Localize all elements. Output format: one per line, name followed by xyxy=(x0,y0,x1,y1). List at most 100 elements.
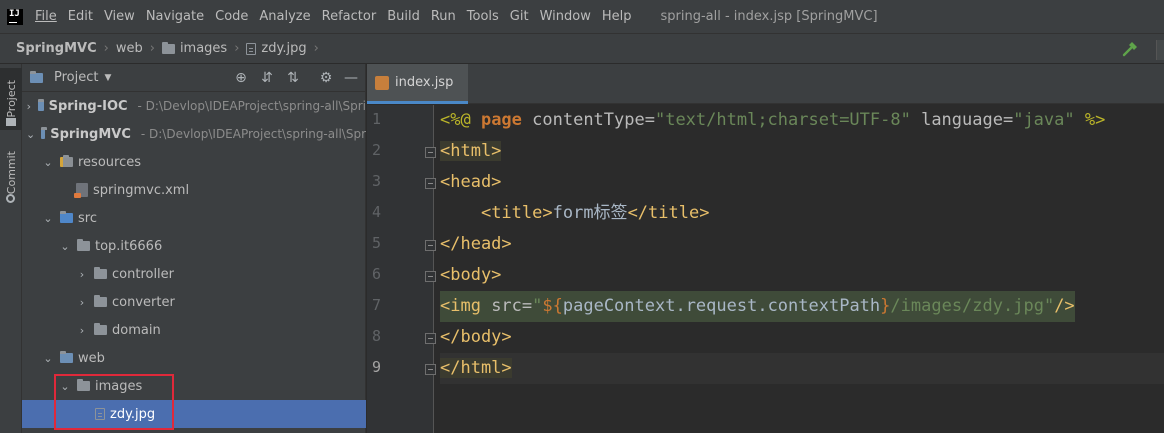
project-panel-title[interactable]: Project xyxy=(54,70,98,85)
chevron-right-icon: › xyxy=(234,41,240,56)
chevron-down-icon[interactable]: ▼ xyxy=(104,73,111,83)
menu-view[interactable]: View xyxy=(104,9,135,24)
breadcrumb-file[interactable]: zdy.jpg xyxy=(246,41,307,56)
run-config-selector[interactable] xyxy=(1156,40,1164,60)
fold-marker-icon[interactable] xyxy=(425,333,436,344)
tree-item-top-it6666[interactable]: ⌄ top.it6666 xyxy=(22,232,366,260)
menu-build[interactable]: Build xyxy=(387,9,420,24)
line-number: 6 xyxy=(371,265,381,283)
attr-name: src= xyxy=(480,296,533,316)
xml-file-icon xyxy=(74,183,88,198)
chevron-right-icon[interactable]: › xyxy=(76,296,88,309)
tree-item-springmvc[interactable]: ⌄ SpringMVC - D:\Devlop\IDEAProject\spri… xyxy=(22,120,366,148)
minimize-icon[interactable]: — xyxy=(343,70,359,86)
tree-item-springmvc-xml[interactable]: springmvc.xml xyxy=(22,176,366,204)
tree-item-path: - D:\Devlop\IDEAProject\spring-all\Spr xyxy=(140,127,366,141)
menu-navigate[interactable]: Navigate xyxy=(146,9,204,24)
module-folder-icon xyxy=(37,99,44,111)
expand-all-icon[interactable]: ⇵ xyxy=(259,70,275,86)
tree-item-label: Spring-IOC xyxy=(48,98,128,114)
jsp-directive-close: %> xyxy=(1074,110,1106,130)
attr-value: "text/html;charset=UTF-8" xyxy=(654,110,911,130)
build-hammer-icon[interactable] xyxy=(1122,41,1138,57)
source-folder-icon xyxy=(60,211,73,223)
menu-refactor[interactable]: Refactor xyxy=(322,9,377,24)
line-number: 5 xyxy=(371,234,381,252)
el-brace-close: } xyxy=(880,296,891,316)
menu-file[interactable]: File xyxy=(35,9,57,24)
gear-icon[interactable]: ⚙ xyxy=(318,70,334,86)
tree-item-label: resources xyxy=(78,154,142,170)
collapse-all-icon[interactable]: ⇅ xyxy=(285,70,301,86)
tree-item-converter[interactable]: › converter xyxy=(22,288,366,316)
tree-item-label: springmvc.xml xyxy=(93,182,190,198)
chevron-right-icon[interactable]: › xyxy=(76,268,88,281)
fold-marker-icon[interactable] xyxy=(425,364,436,375)
menu-tools[interactable]: Tools xyxy=(467,9,499,24)
chevron-down-icon[interactable]: ⌄ xyxy=(42,352,54,365)
chevron-right-icon[interactable]: › xyxy=(76,324,88,337)
attr-quote: " xyxy=(532,296,543,316)
html-tag: /> xyxy=(1054,296,1075,316)
code-line-7: <img src="${pageContext.request.contextP… xyxy=(440,291,1075,322)
tree-item-web[interactable]: ⌄ web xyxy=(22,344,366,372)
menu-run[interactable]: Run xyxy=(431,9,456,24)
locate-file-icon[interactable]: ⊕ xyxy=(233,70,249,86)
line-number-gutter: 1 2 3 4 5 6 7 8 9 xyxy=(367,105,436,433)
jsp-file-icon xyxy=(375,75,389,90)
html-tag: </body> xyxy=(440,327,512,347)
chevron-down-icon[interactable]: ⌄ xyxy=(42,212,54,225)
el-expression: pageContext.request.contextPath xyxy=(562,296,881,316)
menu-edit[interactable]: Edit xyxy=(68,9,93,24)
chevron-right-icon[interactable]: › xyxy=(26,100,32,113)
line-number: 7 xyxy=(371,296,381,314)
menu-help[interactable]: Help xyxy=(602,9,632,24)
html-tag: </html> xyxy=(440,358,512,378)
code-line-6: <body> xyxy=(440,260,501,291)
breadcrumb-images-label: images xyxy=(179,41,228,56)
html-tag: <title> xyxy=(480,203,553,223)
editor: index.jsp 1 2 3 4 5 6 7 8 9 <%@ page con… xyxy=(367,64,1164,433)
tag-text: form标签 xyxy=(552,203,628,223)
chevron-down-icon[interactable]: ⌄ xyxy=(26,128,35,141)
menu-git[interactable]: Git xyxy=(510,9,529,24)
menu-analyze[interactable]: Analyze xyxy=(259,9,310,24)
package-folder-icon xyxy=(94,323,107,335)
tree-item-domain[interactable]: › domain xyxy=(22,316,366,344)
code-area[interactable]: <%@ page contentType="text/html;charset=… xyxy=(440,105,1164,433)
menu-code[interactable]: Code xyxy=(215,9,248,24)
package-folder-icon xyxy=(77,239,90,251)
directive-name: page xyxy=(480,110,522,130)
code-line-3: <head> xyxy=(440,167,501,198)
tree-item-label: domain xyxy=(112,322,161,338)
chevron-down-icon[interactable]: ⌄ xyxy=(59,240,71,253)
intellij-logo-icon[interactable]: IJ xyxy=(7,8,23,25)
image-file-icon xyxy=(246,42,257,55)
tree-item-controller[interactable]: › controller xyxy=(22,260,366,288)
tree-item-spring-ioc[interactable]: › Spring-IOC - D:\Devlop\IDEAProject\spr… xyxy=(22,92,366,120)
code-line-1: <%@ page contentType="text/html;charset=… xyxy=(440,105,1105,136)
tree-item-resources[interactable]: ⌄ resources xyxy=(22,148,366,176)
breadcrumb-images[interactable]: images xyxy=(161,41,228,56)
jsp-directive-open: <%@ xyxy=(440,110,481,130)
breadcrumb-project[interactable]: SpringMVC xyxy=(16,41,97,56)
tree-item-label: controller xyxy=(112,266,175,282)
fold-marker-icon[interactable] xyxy=(425,178,436,189)
el-brace-open: ${ xyxy=(542,296,563,316)
highlight-box xyxy=(54,374,174,430)
menu-window[interactable]: Window xyxy=(540,9,591,24)
tab-index-jsp[interactable]: index.jsp xyxy=(367,64,468,104)
chevron-down-icon[interactable]: ⌄ xyxy=(42,156,54,169)
tree-item-label: web xyxy=(78,350,105,366)
fold-marker-icon[interactable] xyxy=(425,240,436,251)
fold-marker-icon[interactable] xyxy=(425,271,436,282)
line-number: 8 xyxy=(371,327,381,345)
code-line-2: <html> xyxy=(440,136,502,167)
breadcrumb-web[interactable]: web xyxy=(116,41,143,56)
module-folder-icon xyxy=(41,127,48,139)
package-folder-icon xyxy=(94,267,107,279)
tree-item-src[interactable]: ⌄ src xyxy=(22,204,366,232)
fold-marker-icon[interactable] xyxy=(425,147,436,158)
tool-tab-commit-label: Commit xyxy=(4,151,18,195)
